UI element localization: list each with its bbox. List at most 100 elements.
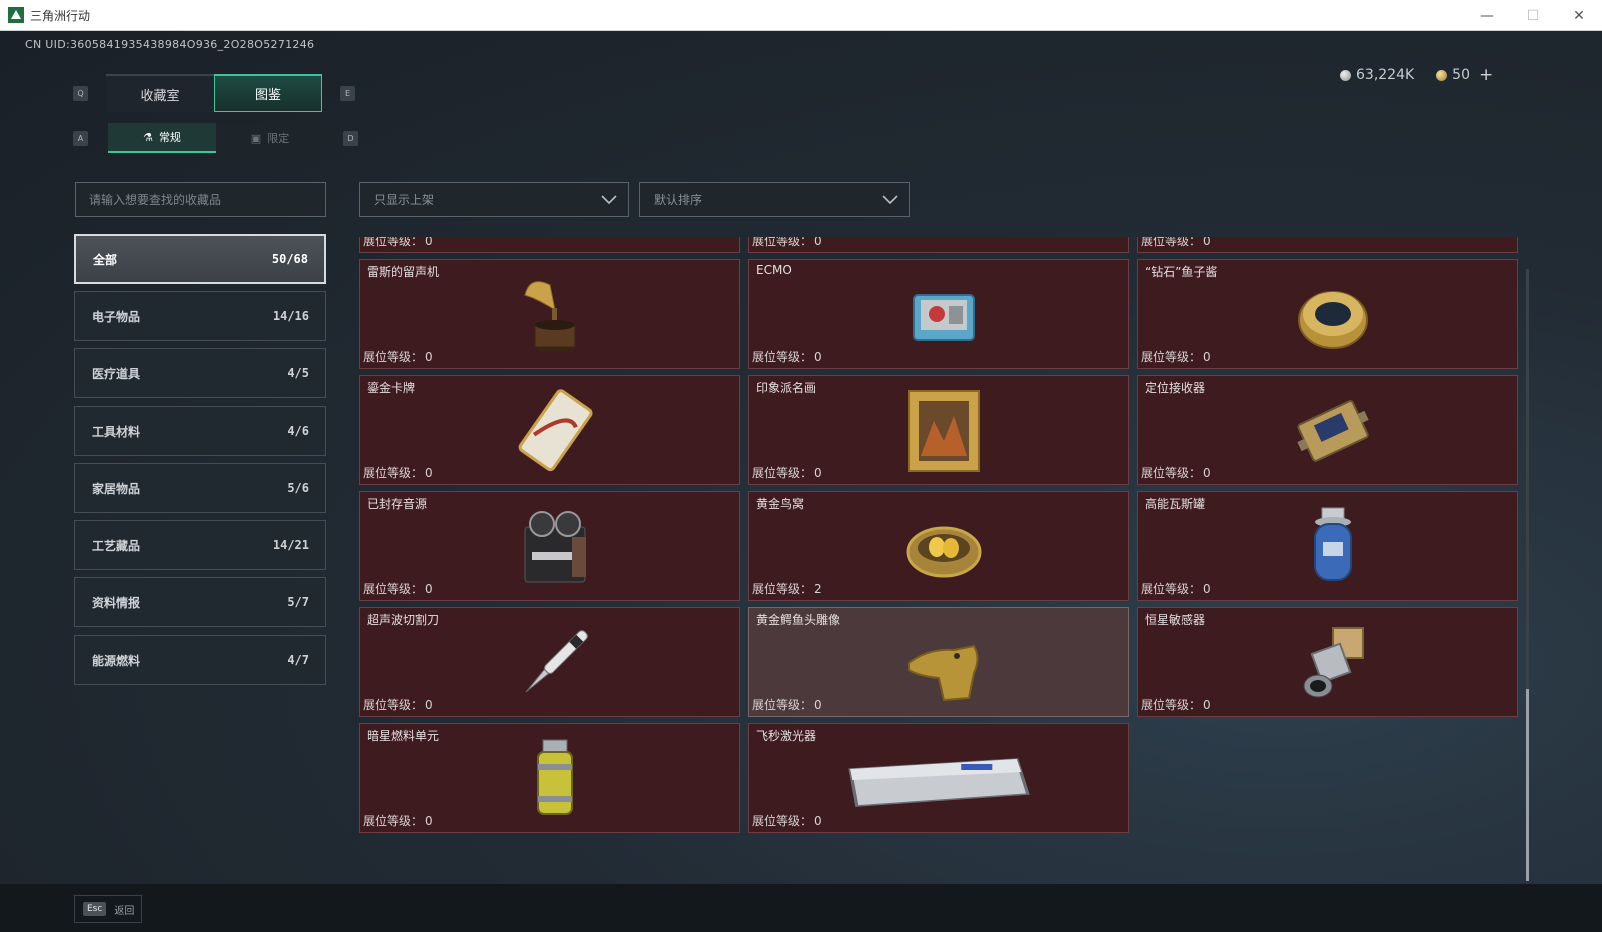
silver-coin-icon bbox=[1340, 69, 1351, 81]
collection-grid: 展位等级： 0 展位等级： 0 展位等级： 0 雷斯的留声机 展位等级： 0 ECMO bbox=[359, 237, 1521, 880]
grid-scrollbar[interactable] bbox=[1526, 269, 1529, 881]
category-label: 能源燃料 bbox=[92, 653, 141, 668]
category-count: 14/16 bbox=[272, 309, 309, 323]
maximize-button[interactable]: ☐ bbox=[1510, 0, 1556, 31]
window-title: 三角洲行动 bbox=[30, 8, 91, 23]
category-label: 医疗道具 bbox=[92, 366, 141, 381]
category-energy[interactable]: 能源燃料 4/7 bbox=[74, 635, 326, 685]
booth-level-label: 展位等级： bbox=[1141, 350, 1202, 364]
booth-level: 展位等级： 0 bbox=[1141, 580, 1211, 597]
category-count: 4/7 bbox=[287, 653, 309, 667]
booth-level-value: 0 bbox=[1203, 582, 1211, 596]
search-input[interactable] bbox=[75, 182, 326, 217]
collection-card-partial[interactable]: 展位等级： 0 bbox=[1137, 237, 1518, 253]
golden-croc-statue-icon bbox=[908, 644, 979, 702]
chevron-down-icon bbox=[601, 195, 617, 205]
femtosecond-laser-icon bbox=[848, 758, 1030, 807]
caviar-tin-icon bbox=[1298, 291, 1368, 349]
tab-regular[interactable]: ⚗ 常规 bbox=[108, 123, 216, 153]
card-gas-canister[interactable]: 高能瓦斯罐 展位等级： 0 bbox=[1137, 491, 1518, 601]
player-uid: CN UID:3605841935438984O936_2O28O5271246 bbox=[25, 38, 315, 51]
card-femtosecond-laser[interactable]: 飞秒激光器 展位等级： 0 bbox=[748, 723, 1129, 833]
card-fuel-cell[interactable]: 暗星燃料单元 展位等级： 0 bbox=[359, 723, 740, 833]
booth-level-value: 0 bbox=[814, 466, 822, 480]
gps-receiver-icon bbox=[1297, 400, 1369, 462]
image-icon: ▣ bbox=[250, 131, 262, 145]
category-label: 全部 bbox=[93, 252, 118, 267]
booth-level: 展位等级： 0 bbox=[363, 812, 433, 829]
collection-card-partial[interactable]: 展位等级： 0 bbox=[359, 237, 740, 253]
scrollbar-thumb[interactable] bbox=[1526, 689, 1529, 881]
booth-level-value: 0 bbox=[814, 350, 822, 364]
category-label: 电子物品 bbox=[92, 309, 141, 324]
booth-level-label: 展位等级： bbox=[752, 237, 813, 248]
booth-level-value: 0 bbox=[814, 814, 822, 828]
tab-regular-label: 常规 bbox=[158, 131, 181, 144]
shelf-filter-dropdown[interactable]: 只显示上架 bbox=[359, 182, 629, 217]
currency-bar: 63,224K 50 + bbox=[1340, 65, 1493, 85]
close-button[interactable]: ✕ bbox=[1556, 0, 1602, 31]
category-label: 家居物品 bbox=[92, 481, 141, 496]
shelf-filter-value: 只显示上架 bbox=[374, 193, 435, 207]
booth-level: 展位等级： 0 bbox=[363, 464, 433, 481]
card-gramophone[interactable]: 雷斯的留声机 展位等级： 0 bbox=[359, 259, 740, 369]
item-name: 超声波切割刀 bbox=[367, 613, 440, 627]
card-painting[interactable]: 印象派名画 展位等级： 0 bbox=[748, 375, 1129, 485]
booth-level-label: 展位等级： bbox=[363, 582, 424, 596]
card-caviar[interactable]: “钻石”鱼子酱 展位等级： 0 bbox=[1137, 259, 1518, 369]
card-gilded-card[interactable]: 鎏金卡牌 展位等级： 0 bbox=[359, 375, 740, 485]
booth-level: 展位等级： 0 bbox=[752, 696, 822, 713]
category-intel[interactable]: 资料情报 5/7 bbox=[74, 577, 326, 627]
category-label: 工艺藏品 bbox=[92, 538, 141, 553]
booth-level-label: 展位等级： bbox=[363, 350, 424, 364]
card-ecmo[interactable]: ECMO 展位等级： 0 bbox=[748, 259, 1129, 369]
category-tools[interactable]: 工具材料 4/6 bbox=[74, 406, 326, 456]
category-count: 5/7 bbox=[287, 595, 309, 609]
tab-limited-label: 限定 bbox=[267, 132, 290, 145]
booth-level: 展位等级： 0 bbox=[363, 348, 433, 365]
booth-level-value: 0 bbox=[814, 698, 822, 712]
item-name: 黄金鳄鱼头雕像 bbox=[756, 613, 841, 627]
category-crafts[interactable]: 工艺藏品 14/21 bbox=[74, 520, 326, 570]
booth-level-label: 展位等级： bbox=[752, 582, 813, 596]
booth-level-label: 展位等级： bbox=[363, 814, 424, 828]
gilded-card-icon bbox=[518, 389, 593, 472]
booth-level-value: 0 bbox=[425, 582, 433, 596]
category-electronics[interactable]: 电子物品 14/16 bbox=[74, 291, 326, 341]
category-all[interactable]: 全部 50/68 bbox=[74, 234, 326, 284]
booth-level-label: 展位等级： bbox=[363, 698, 424, 712]
collection-card-partial[interactable]: 展位等级： 0 bbox=[748, 237, 1129, 253]
sort-dropdown[interactable]: 默认排序 bbox=[639, 182, 910, 217]
add-currency-button[interactable]: + bbox=[1479, 65, 1493, 85]
category-count: 14/21 bbox=[272, 538, 309, 552]
item-name: 鎏金卡牌 bbox=[367, 381, 416, 395]
category-count: 5/6 bbox=[287, 481, 309, 495]
bottom-bar: Esc 返回 bbox=[0, 884, 1602, 932]
coin-balance: 63,224K bbox=[1356, 67, 1415, 83]
tab-catalog[interactable]: 图鉴 bbox=[214, 74, 322, 112]
booth-level: 展位等级： 0 bbox=[363, 580, 433, 597]
hotkey-e: E bbox=[340, 86, 355, 101]
gold-coin-icon bbox=[1436, 69, 1448, 81]
card-golden-croc-statue[interactable]: 黄金鳄鱼头雕像 展位等级： 0 bbox=[748, 607, 1129, 717]
booth-level-value: 0 bbox=[814, 237, 822, 248]
card-star-sensor[interactable]: 恒星敏感器 展位等级： 0 bbox=[1137, 607, 1518, 717]
card-reel-recorder[interactable]: 已封存音源 展位等级： 0 bbox=[359, 491, 740, 601]
booth-level-label: 展位等级： bbox=[752, 466, 813, 480]
item-name: “钻石”鱼子酱 bbox=[1145, 265, 1218, 279]
category-medical[interactable]: 医疗道具 4/5 bbox=[74, 348, 326, 398]
card-golden-nest[interactable]: 黄金鸟窝 展位等级： 2 bbox=[748, 491, 1129, 601]
booth-level: 展位等级： 0 bbox=[752, 348, 822, 365]
booth-level-value: 0 bbox=[425, 350, 433, 364]
esc-key-icon: Esc bbox=[83, 902, 107, 916]
minimize-button[interactable]: — bbox=[1464, 0, 1510, 31]
item-name: 飞秒激光器 bbox=[756, 729, 817, 743]
flask-icon: ⚗ bbox=[143, 130, 153, 144]
category-household[interactable]: 家居物品 5/6 bbox=[74, 463, 326, 513]
booth-level-label: 展位等级： bbox=[1141, 582, 1202, 596]
back-button[interactable]: Esc 返回 bbox=[74, 895, 142, 923]
tab-collection-room[interactable]: 收藏室 bbox=[106, 74, 214, 112]
card-ultrasonic-cutter[interactable]: 超声波切割刀 展位等级： 0 bbox=[359, 607, 740, 717]
card-gps-receiver[interactable]: 定位接收器 展位等级： 0 bbox=[1137, 375, 1518, 485]
tab-limited[interactable]: ▣ 限定 bbox=[216, 123, 324, 153]
